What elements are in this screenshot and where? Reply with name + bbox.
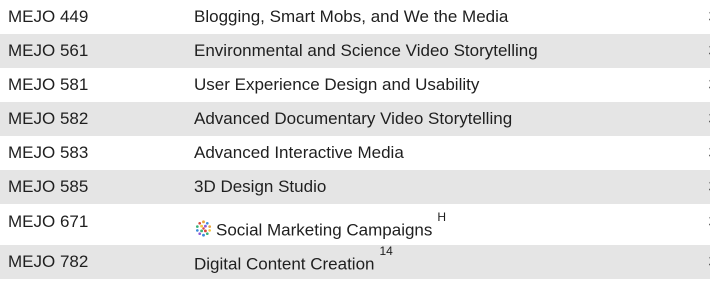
course-credit-hours: 3 — [674, 136, 710, 170]
footnote-marker[interactable]: H — [437, 210, 446, 224]
course-code[interactable]: MEJO 671 — [0, 204, 194, 245]
course-title: 3D Design Studio — [194, 170, 674, 204]
course-title-text: Advanced Interactive Media — [194, 143, 404, 162]
course-credit-hours: 3 — [674, 204, 710, 245]
course-row: MEJO 582 Advanced Documentary Video Stor… — [0, 102, 710, 136]
course-code[interactable]: MEJO 583 — [0, 136, 194, 170]
course-credit-hours: 3 — [674, 170, 710, 204]
course-title: Advanced Interactive Media — [194, 136, 674, 170]
course-title: Advanced Documentary Video Storytelling — [194, 102, 674, 136]
course-title: User Experience Design and Usability — [194, 68, 674, 102]
course-title: Blogging, Smart Mobs, and We the Media — [194, 0, 674, 34]
course-row: MEJO 671 Social Marketing CampaignsH — [0, 204, 710, 245]
course-title-text: Environmental and Science Video Storytel… — [194, 41, 538, 60]
course-credit-hours: 3 — [674, 68, 710, 102]
course-row: MEJO 449 Blogging, Smart Mobs, and We th… — [0, 0, 710, 34]
course-code[interactable]: MEJO 449 — [0, 0, 194, 34]
course-code[interactable]: MEJO 561 — [0, 34, 194, 68]
course-credit-hours: 3 — [674, 0, 710, 34]
course-title: Digital Content Creation 14 — [194, 244, 674, 279]
course-row: MEJO 561 Environmental and Science Video… — [0, 34, 710, 68]
course-title-text: Advanced Documentary Video Storytelling — [194, 109, 513, 128]
course-title-text: 3D Design Studio — [194, 177, 327, 196]
course-code[interactable]: MEJO 782 — [0, 245, 194, 279]
course-credit-hours: 3 — [674, 245, 710, 279]
course-row: MEJO 585 3D Design Studio 3 — [0, 170, 710, 204]
course-title-text: Digital Content Creation — [194, 254, 375, 274]
course-code[interactable]: MEJO 582 — [0, 102, 194, 136]
course-title-text: User Experience Design and Usability — [194, 75, 480, 94]
course-title: Environmental and Science Video Storytel… — [194, 34, 674, 68]
course-title-text: Blogging, Smart Mobs, and We the Media — [194, 7, 509, 26]
course-list-table: MEJO 449 Blogging, Smart Mobs, and We th… — [0, 0, 710, 279]
course-row: MEJO 583 Advanced Interactive Media 3 — [0, 136, 710, 170]
course-code[interactable]: MEJO 585 — [0, 170, 194, 204]
global-dots-icon — [195, 220, 212, 237]
course-row: MEJO 782 Digital Content Creation 14 3 — [0, 244, 710, 279]
course-credit-hours: 3 — [674, 102, 710, 136]
course-row: MEJO 581 User Experience Design and Usab… — [0, 68, 710, 102]
course-title: Social Marketing Campaigns H — [194, 204, 674, 245]
footnote-marker[interactable]: 14 — [379, 244, 392, 258]
course-credit-hours: 3 — [674, 34, 710, 68]
course-code[interactable]: MEJO 581 — [0, 68, 194, 102]
course-title-text: Social Marketing Campaigns — [216, 220, 433, 240]
